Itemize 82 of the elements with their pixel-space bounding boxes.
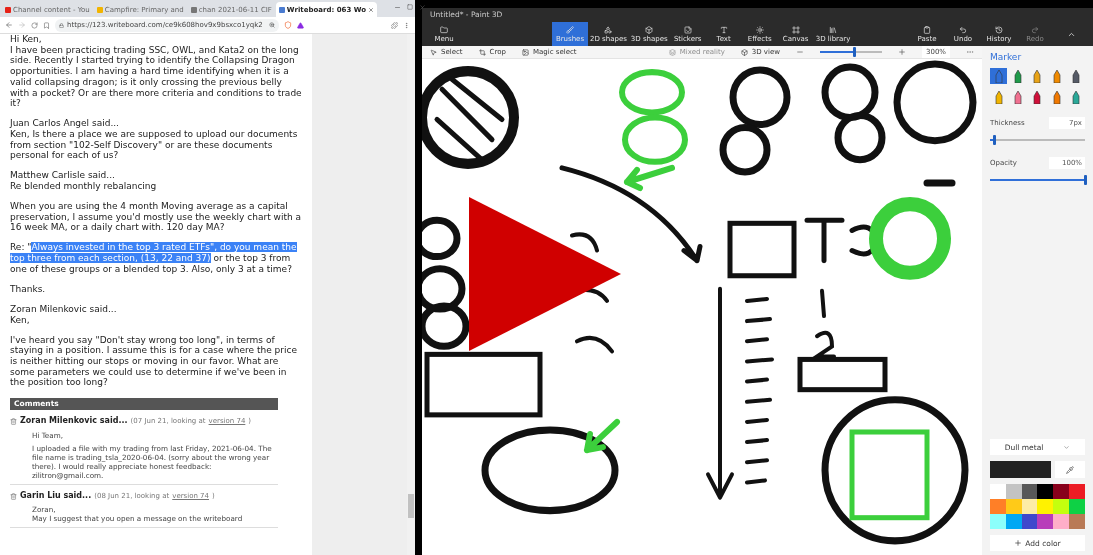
post-paragraph: I've heard you say "Don't stay wrong too long", in terms of staying in a position. I assume this is for a case where the price is neither hitting our stops or moving in our favor. What are some parameters we could use to determine if we've been in the position too long? (10, 334, 298, 389)
color-swatch[interactable] (1053, 514, 1070, 529)
slider-thumb[interactable] (1083, 175, 1087, 185)
post-paragraph: Hi Ken, I have been practicing trading SSC, OWL, and Kata2 on the long side. Recently I started trying to identify the Collapsing Dragon opportunities. I am having a hard time identifying when it is a valid collapsing dragon; is it only crossing the previous belly with a pocket? Or are there more criteria and conditions to trade it? (10, 34, 302, 109)
tool-icon (829, 25, 837, 34)
view-icon (668, 48, 676, 56)
color-swatch[interactable] (1037, 484, 1054, 499)
action-icon (923, 25, 931, 34)
favicon-icon (96, 6, 103, 13)
action-icon (1031, 25, 1039, 34)
slider-thumb[interactable] (993, 135, 997, 145)
color-swatch[interactable] (990, 514, 1006, 529)
favicon-icon (5, 6, 11, 13)
trash-icon[interactable] (10, 417, 17, 425)
view-icon (740, 48, 748, 56)
favicon-icon (190, 6, 197, 13)
post-paragraph: Zoran Milenkovic said... Ken, (10, 303, 118, 326)
color-swatch[interactable] (1053, 499, 1070, 514)
favicon-icon (278, 6, 285, 13)
close-icon[interactable] (419, 3, 426, 11)
scrollbar[interactable] (407, 34, 415, 555)
action-icon (995, 25, 1003, 34)
more-icon[interactable] (966, 48, 974, 56)
extensions-icon[interactable] (391, 21, 398, 29)
slider-thumb[interactable] (852, 47, 856, 57)
action-icon (959, 25, 967, 34)
plus-icon (1014, 539, 1023, 547)
color-swatch[interactable] (990, 499, 1006, 514)
marker-icon (1033, 90, 1042, 104)
marker-icon (1052, 69, 1061, 83)
color-swatch[interactable] (1069, 514, 1085, 529)
tool-icon (645, 25, 654, 34)
marker-icon (1072, 69, 1081, 83)
zoom-icon[interactable] (268, 22, 275, 28)
scrollbar-thumb[interactable] (408, 494, 414, 518)
color-swatch[interactable] (1069, 499, 1085, 514)
forward-icon[interactable] (18, 21, 26, 29)
marker-icon (994, 69, 1003, 83)
chevron-down-icon (1063, 443, 1071, 451)
shield-icon[interactable] (283, 21, 292, 29)
back-icon[interactable] (5, 21, 13, 29)
marker-icon (1014, 69, 1023, 83)
color-swatch[interactable] (1069, 484, 1085, 499)
tool-icon (604, 25, 613, 34)
tool-icon (719, 25, 728, 34)
trash-icon[interactable] (10, 492, 17, 500)
reload-icon[interactable] (31, 21, 38, 29)
comment-author: Zoran Milenkovic said... (20, 416, 128, 427)
color-swatch[interactable] (1037, 514, 1054, 529)
post-paragraph: When you are using the 4 month Moving average as a capital preservation, I assume you'd mostly use the weekly chart with a 16 week MA, or a daily chart with. 120 day MA? (10, 201, 302, 234)
color-swatch[interactable] (1037, 499, 1054, 514)
tool-icon (755, 25, 764, 34)
color-swatch[interactable] (1053, 484, 1070, 499)
lock-icon (59, 22, 64, 28)
post-paragraph: Re: "Always invested in the top 3 rated ETFs", do you mean the top three from each section, (13, 22 and 37) or the top 3 from one of these groups or a blended top 3. Also, only 3 at a time? (10, 242, 298, 275)
brush-button[interactable] (990, 68, 1008, 84)
zoom-out-icon[interactable] (796, 48, 804, 56)
post-paragraph: Juan Carlos Angel said... Ken, Is there a place we are supposed to upload our documents from section "102-Self Discovery" or are these documents personal for each of us? (10, 118, 299, 162)
option-icon (521, 48, 529, 56)
option-icon (430, 48, 437, 56)
comment-author: Garin Liu said... (20, 490, 92, 502)
marker-icon (1014, 90, 1023, 104)
panel-title: Marker (990, 52, 1023, 62)
zoom-in-icon[interactable] (898, 48, 906, 56)
maximize-icon[interactable] (407, 3, 413, 10)
option-icon (478, 48, 486, 56)
close-icon[interactable] (368, 6, 374, 13)
marker-icon (1033, 69, 1042, 83)
tool-icon (566, 25, 574, 34)
folder-icon (440, 25, 448, 34)
marker-icon (994, 90, 1003, 104)
bookmark-icon[interactable] (43, 21, 50, 29)
marker-icon (1052, 90, 1061, 104)
eyedropper-button[interactable] (1055, 461, 1085, 478)
eyedropper-icon (1066, 465, 1074, 474)
tool-icon (683, 25, 692, 34)
color-swatch[interactable] (990, 484, 1006, 499)
post-paragraph: Matthew Carlisle said... Re blended monthly rebalancing (10, 170, 158, 192)
triangle-icon[interactable] (296, 21, 304, 29)
tool-icon (791, 25, 800, 34)
post-paragraph: Thanks. (10, 283, 47, 295)
marker-icon (1072, 90, 1081, 104)
